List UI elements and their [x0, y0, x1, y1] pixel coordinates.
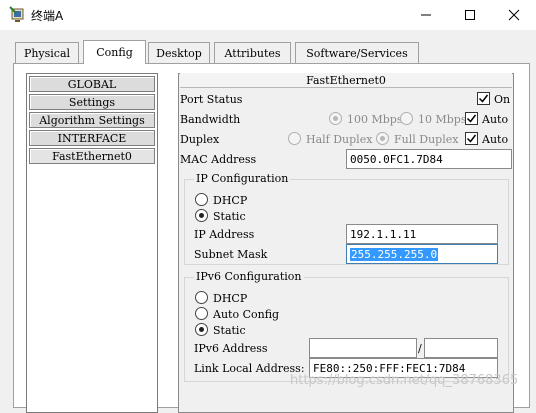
ipv6-dhcp-label: DHCP — [213, 292, 248, 305]
ipv6-configuration-title: IPv6 Configuration — [194, 270, 304, 283]
watermark: https://blog.csdn.net/qq_38768365 — [290, 373, 519, 388]
ipv6-prefix-length-field[interactable] — [424, 338, 498, 358]
bandwidth-auto-label: Auto — [482, 113, 509, 126]
ip-configuration-title: IP Configuration — [194, 172, 291, 185]
ipv6-dhcp-radio[interactable] — [195, 291, 208, 304]
duplex-label: Duplex — [180, 133, 220, 146]
subnet-mask-field[interactable]: 255.255.255.0 — [346, 244, 498, 264]
mac-address-label: MAC Address — [180, 153, 257, 166]
mac-address-field[interactable]: 0050.0FC1.7D84 — [346, 149, 512, 169]
link-local-address-label: Link Local Address: — [194, 362, 305, 375]
ipv6-address-label: IPv6 Address — [194, 342, 268, 355]
ip-dhcp-radio[interactable] — [195, 193, 208, 206]
bandwidth-10-label: 10 Mbps — [418, 113, 467, 126]
bandwidth-auto-checkbox[interactable] — [465, 112, 478, 125]
port-status-on-label: On — [494, 93, 511, 106]
ipv6-static-label: Static — [213, 324, 246, 337]
duplex-half-label: Half Duplex — [306, 133, 373, 146]
ip-address-label: IP Address — [194, 228, 255, 241]
bandwidth-100-label: 100 Mbps — [347, 113, 403, 126]
duplex-full-label: Full Duplex — [394, 133, 459, 146]
ip-static-radio[interactable] — [195, 209, 208, 222]
port-status-label: Port Status — [180, 93, 243, 106]
subnet-mask-selected-text: 255.255.255.0 — [350, 247, 439, 261]
duplex-half-radio[interactable] — [288, 132, 301, 145]
ipv6-prefix-separator: / — [418, 342, 422, 355]
bandwidth-100-radio[interactable] — [329, 112, 342, 125]
duplex-full-radio[interactable] — [376, 132, 389, 145]
ip-static-label: Static — [213, 210, 246, 223]
ip-address-field[interactable]: 192.1.1.11 — [346, 224, 498, 244]
duplex-auto-checkbox[interactable] — [465, 132, 478, 145]
bandwidth-label: Bandwidth — [180, 113, 241, 126]
bandwidth-10-radio[interactable] — [400, 112, 413, 125]
subnet-mask-label: Subnet Mask — [194, 248, 268, 261]
checkmark-icon — [478, 94, 489, 103]
duplex-auto-label: Auto — [482, 133, 509, 146]
ipv6-address-field[interactable] — [309, 338, 417, 358]
ipv6-auto-config-label: Auto Config — [213, 308, 280, 321]
checkmark-icon — [466, 134, 477, 143]
checkmark-icon — [466, 114, 477, 123]
ipv6-static-radio[interactable] — [195, 323, 208, 336]
ip-dhcp-label: DHCP — [213, 194, 248, 207]
port-status-on-checkbox[interactable] — [477, 92, 490, 105]
ipv6-auto-config-radio[interactable] — [195, 307, 208, 320]
